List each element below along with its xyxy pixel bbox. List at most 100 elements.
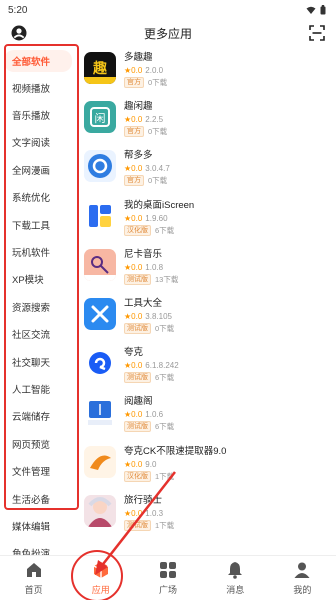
nav-tab[interactable]: 消息 bbox=[202, 556, 269, 600]
app-list-item[interactable]: 夸克 ★0.0 6.1.8.242 测试版 6下载 bbox=[80, 345, 336, 394]
sidebar-item[interactable]: 系统优化 bbox=[0, 184, 76, 211]
app-score: 0.0 bbox=[131, 361, 143, 371]
app-name: 旅行骑士 bbox=[124, 494, 163, 506]
app-version: 1.9.60 bbox=[145, 213, 168, 223]
sidebar-item[interactable]: 人工智能 bbox=[0, 375, 76, 402]
user-icon[interactable] bbox=[10, 24, 28, 42]
nav-tab-label: 广场 bbox=[159, 585, 178, 595]
app-list-item[interactable]: 阅趣阁 ★0.0 1.0.6 测试版 6下载 bbox=[80, 394, 336, 443]
app-score: 0.0 bbox=[131, 164, 143, 174]
app-name: 夸克CK不限速提取器9.0 bbox=[124, 445, 227, 457]
sidebar-item[interactable]: 文件管理 bbox=[0, 457, 76, 484]
category-sidebar: 全部软件 视频播放 音乐播放 文字阅读 全网漫画 系统优化 下载工具 玩机软件 XP模块 资源搜索… bbox=[0, 46, 76, 562]
nav-tab[interactable]: 我的 bbox=[269, 556, 336, 600]
app-downloads: 13下载 bbox=[155, 274, 179, 284]
app-list-item[interactable]: 闲 趣闲趣 ★0.0 2.2.5 官方 0下载 bbox=[80, 99, 336, 148]
nav-tab-label: 首页 bbox=[24, 585, 43, 595]
app-rating-version: ★0.0 1.0.6 bbox=[124, 409, 174, 420]
app-list-item[interactable]: 旅行骑士 ★0.0 1.0.3 测试版 1下载 bbox=[80, 493, 336, 542]
app-icon[interactable] bbox=[84, 347, 116, 380]
app-icon[interactable] bbox=[84, 396, 116, 429]
svg-text:趣: 趣 bbox=[92, 60, 108, 77]
sidebar-item[interactable]: 全部软件 bbox=[4, 50, 72, 72]
app-list-item[interactable]: 我的桌面iScreen ★0.0 1.9.60 汉化版 6下载 bbox=[80, 198, 336, 247]
sidebar-item[interactable]: XP模块 bbox=[0, 266, 76, 293]
app-list-item[interactable]: 趣 多趣趣 ★0.0 2.0.0 官方 0下载 bbox=[80, 50, 336, 99]
page-title: 更多应用 bbox=[143, 26, 192, 41]
app-version: 9.0 bbox=[145, 459, 157, 469]
status-bar: 5:20 bbox=[0, 0, 336, 20]
nav-tab[interactable]: 广场 bbox=[134, 556, 201, 600]
app-meta: 测试版 6下载 bbox=[124, 421, 174, 433]
app-downloads: 0下载 bbox=[148, 176, 168, 186]
app-meta: 测试版 0下载 bbox=[124, 322, 175, 334]
sidebar-item[interactable]: 媒体编辑 bbox=[0, 512, 76, 539]
app-icon[interactable]: 趣 bbox=[84, 52, 116, 84]
person-icon bbox=[294, 562, 310, 578]
sidebar-item[interactable]: 音乐播放 bbox=[0, 101, 76, 128]
app-downloads: 6下载 bbox=[155, 225, 175, 235]
app-tag-badge: 官方 bbox=[124, 126, 144, 138]
app-icon[interactable]: 闲 bbox=[84, 101, 116, 134]
sidebar-item[interactable]: 文字阅读 bbox=[0, 129, 76, 156]
app-meta: 官方 0下载 bbox=[124, 126, 168, 138]
bottom-nav: 首页 应用 广场 消息 我的 bbox=[0, 555, 336, 600]
nav-tab-label: 消息 bbox=[226, 585, 245, 595]
app-info: 旅行骑士 ★0.0 1.0.3 测试版 1下载 bbox=[124, 493, 174, 531]
nav-tab[interactable]: 首页 bbox=[0, 556, 67, 600]
app-meta: 官方 0下载 bbox=[124, 175, 170, 187]
sidebar-item[interactable]: 资源搜索 bbox=[0, 293, 76, 320]
app-downloads: 0下载 bbox=[148, 127, 168, 137]
app-tag-badge: 测试版 bbox=[124, 273, 151, 285]
sidebar-item[interactable]: 下载工具 bbox=[0, 211, 76, 238]
app-icon[interactable] bbox=[84, 248, 116, 281]
app-list-item[interactable]: 工具大全 ★0.0 3.8.105 测试版 0下载 bbox=[80, 296, 336, 345]
app-version: 2.2.5 bbox=[145, 115, 164, 125]
sidebar-item[interactable]: 云端储存 bbox=[0, 403, 76, 430]
app-info: 多趣趣 ★0.0 2.0.0 官方 0下载 bbox=[124, 50, 167, 88]
app-downloads: 1下载 bbox=[155, 520, 175, 530]
sidebar-item[interactable]: 生活必备 bbox=[0, 485, 76, 512]
app-downloads: 0下载 bbox=[155, 323, 175, 333]
app-list-item[interactable]: 尼卡音乐 ★0.0 1.0.8 测试版 13下载 bbox=[80, 247, 336, 296]
app-name: 帮多多 bbox=[124, 150, 153, 162]
app-name: 多趣趣 bbox=[124, 52, 153, 63]
nav-tab-label: 应用 bbox=[91, 585, 110, 595]
app-info: 阅趣阁 ★0.0 1.0.6 测试版 6下载 bbox=[124, 394, 174, 433]
app-rating-version: ★0.0 2.0.0 bbox=[124, 65, 167, 76]
app-icon[interactable] bbox=[84, 150, 116, 183]
bell-icon bbox=[228, 562, 243, 579]
app-icon[interactable] bbox=[84, 445, 116, 478]
sidebar-item[interactable]: 视频播放 bbox=[0, 74, 76, 101]
sidebar-item[interactable]: 网页预览 bbox=[0, 430, 76, 457]
app-meta: 测试版 6下载 bbox=[124, 372, 179, 384]
app-list-item[interactable]: 夸克CK不限速提取器9.0 ★0.0 9.0 汉化版 1下载 bbox=[80, 444, 336, 493]
app-score: 0.0 bbox=[131, 311, 143, 321]
app-list-item[interactable]: 帮多多 ★0.0 3.0.4.7 官方 0下载 bbox=[80, 148, 336, 197]
nav-tab-label: 我的 bbox=[293, 585, 312, 595]
nav-tab[interactable]: 应用 bbox=[67, 556, 134, 600]
app-name: 工具大全 bbox=[124, 297, 163, 309]
app-icon[interactable] bbox=[84, 199, 116, 232]
app-meta: 官方 0下载 bbox=[124, 77, 167, 88]
sidebar-item[interactable]: 全网漫画 bbox=[0, 156, 76, 183]
app-rating-version: ★0.0 1.0.8 bbox=[124, 262, 178, 273]
app-meta: 测试版 1下载 bbox=[124, 519, 175, 531]
sidebar-item[interactable]: 玩机软件 bbox=[0, 238, 76, 265]
sidebar-item[interactable]: 社交聊天 bbox=[0, 348, 76, 375]
app-version: 3.0.4.7 bbox=[145, 164, 170, 174]
app-info: 夸克 ★0.0 6.1.8.242 测试版 6下载 bbox=[124, 345, 179, 384]
app-version: 6.1.8.242 bbox=[145, 361, 179, 371]
app-info: 帮多多 ★0.0 3.0.4.7 官方 0下载 bbox=[124, 148, 170, 187]
app-name: 尼卡音乐 bbox=[124, 248, 163, 260]
app-info: 工具大全 ★0.0 3.8.105 测试版 0下载 bbox=[124, 296, 174, 334]
app-icon[interactable] bbox=[84, 297, 116, 330]
app-icon[interactable] bbox=[84, 494, 116, 527]
scan-icon[interactable] bbox=[308, 24, 326, 42]
app-info: 夸克CK不限速提取器9.0 ★0.0 9.0 汉化版 1下载 bbox=[124, 444, 226, 482]
app-rating-version: ★0.0 6.1.8.242 bbox=[124, 360, 179, 371]
sidebar-item[interactable]: 社区交流 bbox=[0, 321, 76, 348]
svg-text:闲: 闲 bbox=[95, 111, 106, 125]
app-info: 我的桌面iScreen ★0.0 1.9.60 汉化版 6下载 bbox=[124, 198, 194, 236]
app-rating-version: ★0.0 9.0 bbox=[124, 459, 226, 470]
